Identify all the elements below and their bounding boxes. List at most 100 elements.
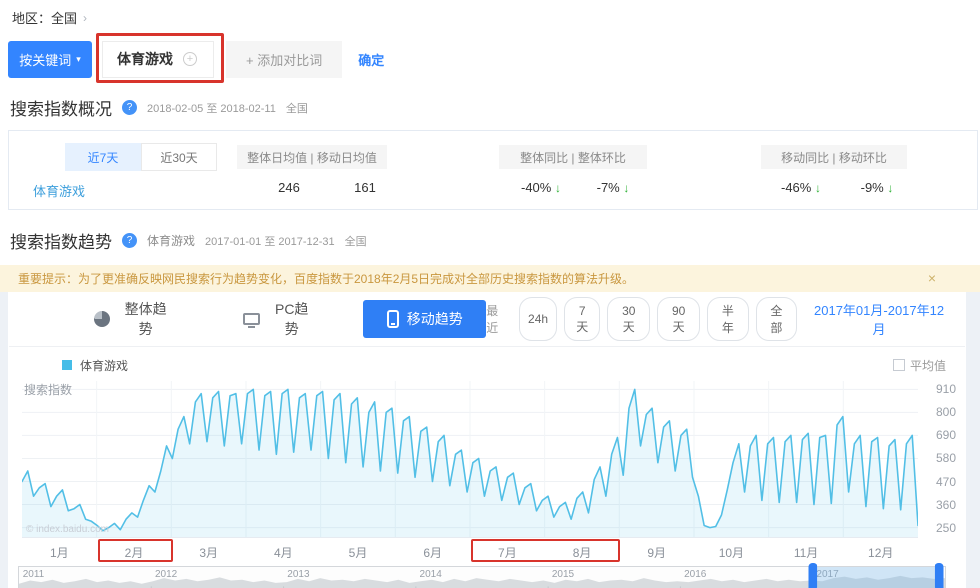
overall-mom-value: -7% ↓ — [581, 180, 645, 195]
y-tick-690: 690 — [936, 428, 956, 442]
tab-mobile-trend[interactable]: 移动趋势 — [363, 300, 486, 338]
trend-wrapper: 整体趋势 PC趋势 移动趋势 最近 24h7天30天90天半年全部 2017年0… — [0, 292, 980, 588]
notice-banner: 重要提示：为了更准确反映网民搜索行为趋势变化，百度指数于2018年2月5日完成对… — [0, 265, 980, 292]
tab-last-7-days[interactable]: 近7天 — [65, 143, 141, 171]
overview-title: 搜索指数概况 — [10, 95, 112, 120]
trend-panel: 整体趋势 PC趋势 移动趋势 最近 24h7天30天90天半年全部 2017年0… — [8, 292, 966, 588]
trend-chart: 搜索指数 910800690580470360250 © index.baidu… — [8, 377, 966, 537]
overview-section-head: 搜索指数概况 ? 2018-02-05 至 2018-02-11 全国 — [10, 95, 980, 120]
average-toggle[interactable]: 平均值 — [893, 357, 946, 374]
column-header-daily-avg: 整体日均值 | 移动日均值 — [237, 145, 387, 169]
chevron-down-icon: ▾ — [76, 54, 81, 65]
add-compare-word-button[interactable]: + 添加对比词 — [226, 41, 342, 78]
navigator-year-2015: 2015 — [552, 569, 574, 580]
y-tick-250: 250 — [936, 521, 956, 535]
keyword-value: 体育游戏 — [117, 49, 173, 69]
legend-label: 体育游戏 — [80, 357, 128, 374]
y-tick-580: 580 — [936, 451, 956, 465]
help-icon[interactable]: ? — [122, 233, 137, 248]
legend-swatch[interactable] — [62, 360, 72, 370]
down-arrow-icon: ↓ — [887, 181, 893, 195]
y-axis-ticks: 910800690580470360250 — [922, 381, 962, 537]
navigator-year-2014: 2014 — [420, 569, 442, 580]
overview-region: 全国 — [286, 100, 308, 116]
monitor-icon — [243, 313, 260, 325]
confirm-button[interactable]: 确定 — [358, 50, 384, 69]
pie-chart-icon — [94, 311, 110, 327]
range-controls: 最近 24h7天30天90天半年全部 2017年01月-2017年12月 — [486, 297, 950, 341]
phone-icon — [387, 310, 399, 328]
navigator-year-2012: 2012 — [155, 569, 177, 580]
down-arrow-icon: ↓ — [815, 181, 821, 195]
column-header-mobile-ratio: 移动同比 | 移动环比 — [761, 145, 907, 169]
navigator-year-2013: 2013 — [287, 569, 309, 580]
overall-daily-avg-value: 246 — [257, 180, 321, 195]
help-icon[interactable]: ? — [122, 100, 137, 115]
tab-last-30-days[interactable]: 近30天 — [141, 143, 217, 171]
overall-yoy-value: -40% ↓ — [509, 180, 573, 195]
navigator-year-2011: 2011 — [23, 569, 45, 580]
by-keyword-label: 按关键词 — [19, 50, 71, 69]
legend-row: 体育游戏 平均值 — [8, 347, 966, 377]
navigator-selected-range[interactable] — [813, 567, 940, 588]
x-tick-5月: 5月 — [321, 538, 396, 563]
range-pill-全部[interactable]: 全部 — [756, 297, 798, 341]
trend-region: 全国 — [345, 233, 367, 249]
trend-title: 搜索指数趋势 — [10, 228, 112, 253]
trend-line-svg — [22, 381, 918, 537]
x-tick-3月: 3月 — [171, 538, 246, 563]
x-tick-2月: 2月 — [97, 538, 172, 563]
x-tick-7月: 7月 — [470, 538, 545, 563]
y-tick-800: 800 — [936, 405, 956, 419]
down-arrow-icon: ↓ — [555, 181, 561, 195]
keyword-input[interactable]: 体育游戏 + — [102, 41, 214, 78]
close-icon[interactable]: × — [928, 270, 936, 286]
x-axis-months: 1月2月3月4月5月6月7月8月9月10月11月12月 — [22, 537, 918, 563]
chevron-right-icon: › — [83, 11, 87, 25]
x-tick-8月: 8月 — [545, 538, 620, 563]
trend-view-tabs: 整体趋势 PC趋势 移动趋势 最近 24h7天30天90天半年全部 2017年0… — [8, 292, 966, 346]
mobile-daily-avg-value: 161 — [333, 180, 397, 195]
by-keyword-dropdown-button[interactable]: 按关键词 ▾ — [8, 41, 92, 78]
navigator-year-2016: 2016 — [684, 569, 706, 580]
custom-date-range-button[interactable]: 2017年01月-2017年12月 — [808, 300, 950, 338]
x-tick-1月: 1月 — [22, 538, 97, 563]
trend-section-head: 搜索指数趋势 ? 体育游戏 2017-01-01 至 2017-12-31 全国 — [10, 228, 980, 253]
y-tick-360: 360 — [936, 498, 956, 512]
trend-keyword: 体育游戏 — [147, 232, 195, 249]
range-pill-24h[interactable]: 24h — [519, 297, 557, 341]
mobile-yoy-value: -46% ↓ — [769, 180, 833, 195]
range-label: 最近 — [486, 302, 510, 336]
average-label: 平均值 — [910, 357, 946, 374]
overview-date-range: 2018-02-05 至 2018-02-11 — [147, 100, 276, 116]
range-pill-row: 24h7天30天90天半年全部 — [519, 297, 797, 341]
column-header-overall-ratio: 整体同比 | 整体环比 — [499, 145, 647, 169]
range-handle-left[interactable] — [808, 563, 817, 588]
notice-text: 重要提示：为了更准确反映网民搜索行为趋势变化，百度指数于2018年2月5日完成对… — [18, 270, 634, 287]
add-tag-icon[interactable]: + — [183, 52, 197, 66]
range-pill-30天[interactable]: 30天 — [607, 297, 650, 341]
watermark: © index.baidu.com — [26, 524, 109, 535]
x-tick-11月: 11月 — [769, 538, 844, 563]
timeline-navigator[interactable]: 2011201220132014201520162017 — [18, 566, 946, 588]
x-tick-4月: 4月 — [246, 538, 321, 563]
range-pill-半年[interactable]: 半年 — [707, 297, 749, 341]
y-tick-470: 470 — [936, 475, 956, 489]
region-breadcrumb-label[interactable]: 地区：全国 — [12, 8, 77, 27]
mobile-mom-value: -9% ↓ — [845, 180, 909, 195]
x-tick-12月: 12月 — [843, 538, 918, 563]
breadcrumb: 地区：全国 › — [0, 0, 980, 27]
checkbox-icon[interactable] — [893, 359, 905, 371]
range-pill-90天[interactable]: 90天 — [657, 297, 700, 341]
range-handle-right[interactable] — [935, 563, 944, 588]
range-pill-7天[interactable]: 7天 — [564, 297, 600, 341]
trend-date-range: 2017-01-01 至 2017-12-31 — [205, 233, 335, 249]
overview-panel: 近7天 近30天 整体日均值 | 移动日均值 整体同比 | 整体环比 移动同比 … — [8, 130, 978, 210]
tab-overall-trend[interactable]: 整体趋势 — [94, 299, 173, 339]
chart-plot[interactable] — [22, 381, 918, 537]
x-tick-10月: 10月 — [694, 538, 769, 563]
overview-row-keyword-link[interactable]: 体育游戏 — [33, 181, 85, 200]
tab-pc-trend[interactable]: PC趋势 — [243, 299, 315, 339]
down-arrow-icon: ↓ — [623, 181, 629, 195]
keyword-bar: 按关键词 ▾ 体育游戏 + + 添加对比词 确定 — [8, 39, 980, 79]
